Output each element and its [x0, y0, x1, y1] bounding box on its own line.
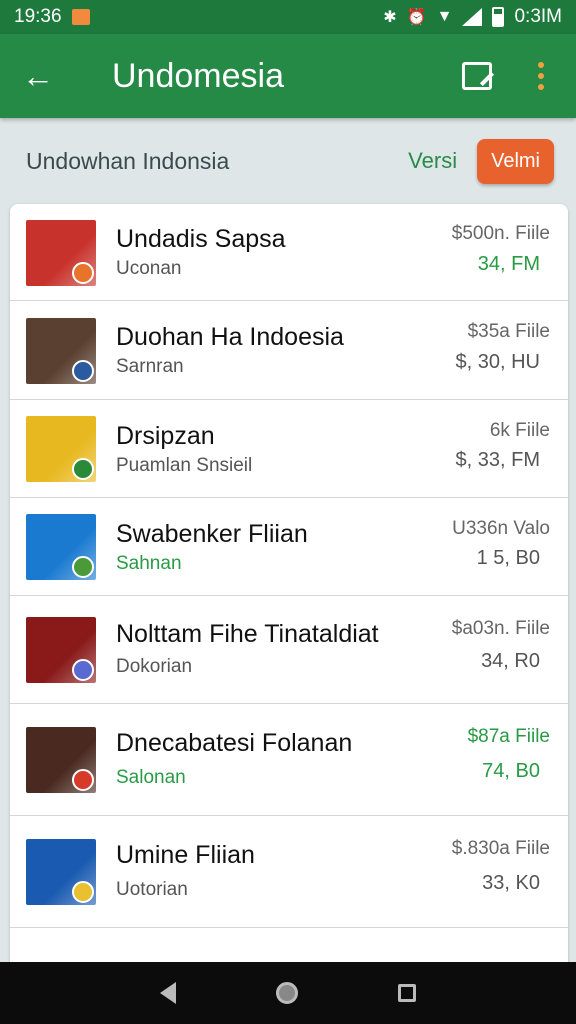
item-badge-icon [72, 556, 94, 578]
item-thumbnail [26, 514, 96, 580]
status-time: 19:36 [14, 6, 62, 27]
battery-icon [492, 7, 505, 27]
item-subtitle: Uconan [116, 258, 182, 279]
item-badge-icon [72, 769, 94, 791]
item-title: Duohan Ha Indoesia [116, 323, 344, 351]
item-title: Umine Fliian [116, 841, 255, 869]
list-item[interactable]: Nolttam Fihe Tinataldiat Dokorian $a03n. F… [10, 596, 568, 704]
signal-icon [462, 8, 483, 26]
item-subtitle: Salonan [116, 767, 186, 788]
item-title: Swabenker Fliian [116, 520, 308, 548]
item-price: 34, FM [477, 253, 540, 275]
section-title: Undowhan Indonsia [26, 147, 230, 174]
alarm-icon: ⏰ [406, 9, 427, 26]
item-subtitle: Dokorian [116, 656, 193, 677]
item-meta: $500n. Fiile [451, 223, 550, 244]
page-title: Undomesia [112, 56, 284, 95]
nav-back-icon[interactable] [160, 982, 176, 1004]
item-subtitle: Sahnan [116, 553, 182, 574]
nav-bar [0, 962, 576, 1024]
item-thumbnail [26, 839, 96, 905]
item-price: $, 30, HU [455, 351, 540, 373]
item-title: Dnecabatesi Folanan [116, 729, 353, 757]
item-subtitle: Sarnran [116, 356, 184, 377]
item-meta: $a03n. Fiile [451, 618, 550, 639]
list-item[interactable]: Drsipzan Puamlan Snsieil 6k Fiile $, 33, FM [10, 400, 568, 498]
item-badge-icon [72, 659, 94, 681]
item-price: 74, B0 [482, 760, 540, 782]
arrow-left-icon[interactable]: ← [22, 58, 62, 95]
versi-link[interactable]: Versi [408, 148, 457, 174]
item-badge-icon [72, 360, 94, 382]
item-meta: U336n Valo [452, 518, 550, 539]
wifi-icon: ▼ [436, 8, 453, 25]
item-title: Undadis Sapsa [116, 225, 286, 253]
subheader: Undowhan Indonsia Versi Velmi [0, 118, 576, 204]
list-item[interactable]: Swabenker Fliian Sahnan U336n Valo 1 5, B0 [10, 498, 568, 596]
item-price: $, 33, FM [455, 449, 540, 471]
item-price: 33, K0 [482, 872, 540, 894]
list-item[interactable]: Duohan Ha Indoesia Sarnran $35a Fiile $, 30… [10, 301, 568, 400]
item-meta: 6k Fiile [489, 420, 550, 441]
item-thumbnail [26, 617, 96, 683]
app-bar: ← Undomesia [0, 34, 576, 118]
nav-recents-icon[interactable] [398, 984, 416, 1002]
list-item[interactable]: Dnecabatesi Folanan Salonan $87a Fiile 74, … [10, 704, 568, 816]
item-meta: $35a Fiile [467, 321, 550, 342]
item-price: 1 5, B0 [476, 547, 540, 569]
nav-home-icon[interactable] [276, 982, 298, 1004]
status-clock-right: 0:3IM [514, 6, 562, 27]
item-badge-icon [72, 881, 94, 903]
item-price: 34, R0 [481, 650, 540, 672]
item-title: Drsipzan [116, 422, 215, 450]
item-subtitle: Uotorian [116, 879, 188, 900]
list-item[interactable]: Umine Fliian Uotorian $.830a Fiile 33, K0 [10, 816, 568, 928]
action-button[interactable]: Velmi [477, 138, 554, 184]
notification-icon [71, 9, 90, 25]
item-subtitle: Puamlan Snsieil [116, 455, 253, 476]
bluetooth-icon: ✱ [383, 9, 397, 26]
list-item[interactable]: Undadis Sapsa Uconan $500n. Fiile 34, FM [10, 204, 568, 301]
more-vert-icon[interactable] [538, 62, 544, 90]
item-meta: $.830a Fiile [451, 838, 550, 859]
item-thumbnail [26, 318, 96, 384]
item-thumbnail [26, 727, 96, 793]
item-meta: $87a Fiile [467, 726, 550, 747]
status-bar: 19:36 ✱ ⏰ ▼ 0:3IM [0, 0, 576, 34]
item-badge-icon [72, 262, 94, 284]
list-card: Undadis Sapsa Uconan $500n. Fiile 34, FM Duo… [10, 204, 568, 974]
item-title: Nolttam Fihe Tinataldiat [116, 620, 379, 648]
item-badge-icon [72, 458, 94, 480]
edit-icon[interactable] [462, 62, 492, 90]
item-thumbnail [26, 220, 96, 286]
item-thumbnail [26, 416, 96, 482]
